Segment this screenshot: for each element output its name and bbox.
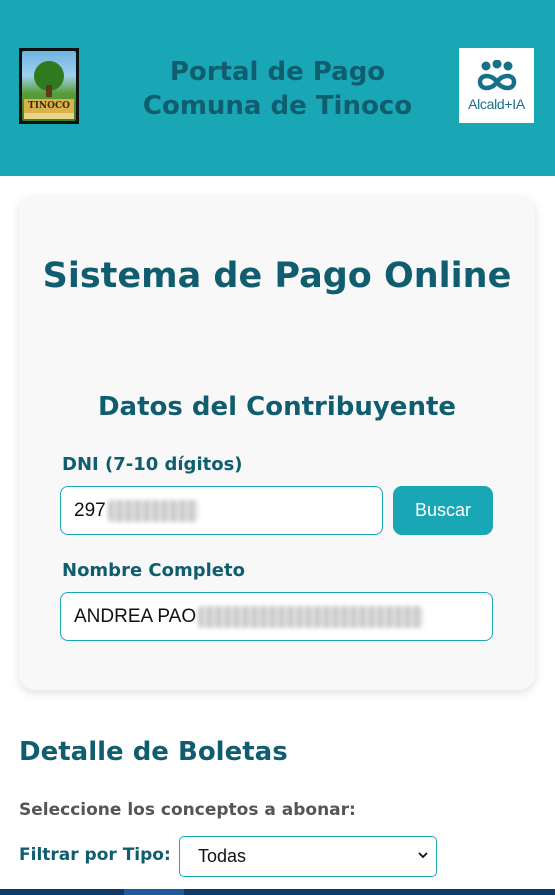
alcaldia-logo: Alcald+IA — [459, 48, 534, 123]
filter-type-label: Filtrar por Tipo: — [19, 845, 171, 865]
full-name-input[interactable]: ANDREA PAO — [60, 592, 493, 641]
dni-value: 297 — [74, 500, 106, 521]
filter-selected-value: Todas — [198, 846, 247, 866]
dni-label: DNI (7-10 dígitos) — [62, 454, 243, 475]
full-name-label: Nombre Completo — [62, 560, 245, 581]
redacted-blur — [107, 499, 198, 522]
contributor-section-title: Datos del Contribuyente — [97, 392, 457, 422]
bottom-edge-bar — [0, 889, 555, 895]
people-infinity-icon — [477, 59, 516, 90]
page-header: TINOCO Portal de Pago Comuna de Tinoco A… — [0, 0, 555, 176]
chevron-down-icon — [418, 852, 428, 859]
portal-title: Portal de Pago Comuna de Tinoco — [110, 55, 445, 123]
system-title: Sistema de Pago Online — [42, 256, 512, 296]
search-button[interactable]: Buscar — [393, 486, 493, 535]
redacted-blur — [198, 605, 424, 628]
tinoco-logo-text: TINOCO — [24, 99, 74, 113]
full-name-value: ANDREA PAO — [74, 606, 197, 627]
tinoco-logo: TINOCO — [19, 48, 79, 124]
dni-input[interactable]: 297 — [60, 486, 383, 535]
concepts-instructions: Seleccione los conceptos a abonar: — [19, 800, 356, 820]
filter-type-select[interactable]: Todas — [179, 836, 437, 877]
boletas-title: Detalle de Boletas — [19, 737, 288, 767]
alcaldia-logo-text: Alcald+IA — [468, 95, 525, 112]
portal-title-line1: Portal de Pago — [169, 57, 386, 87]
payment-form-card: Sistema de Pago Online Datos del Contrib… — [19, 196, 535, 690]
portal-title-line2: Comuna de Tinoco — [142, 91, 413, 121]
